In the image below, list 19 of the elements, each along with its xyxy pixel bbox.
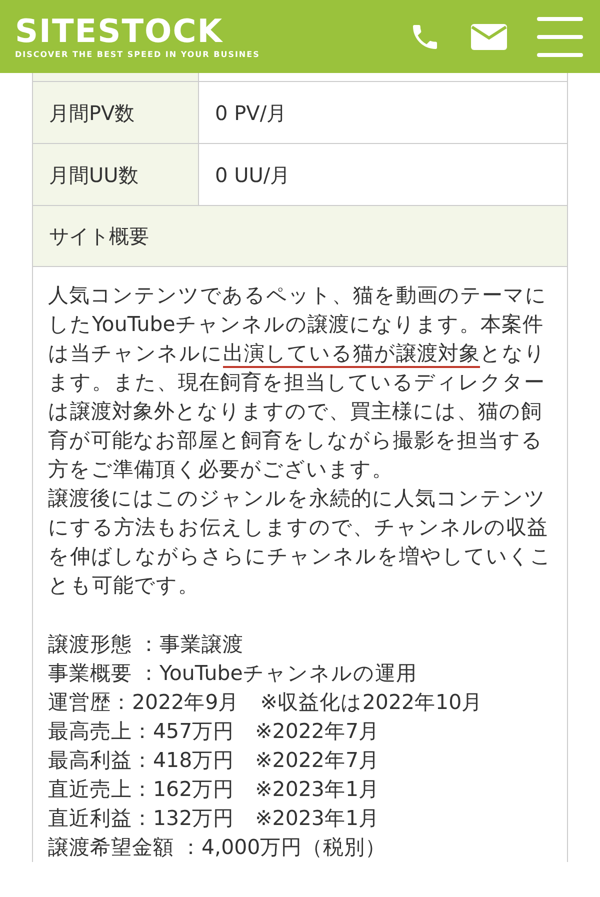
- detail-line: 直近利益：132万円 ※2023年1月: [48, 805, 381, 832]
- detail-line: 譲渡形態 ：事業譲渡: [48, 631, 245, 658]
- row-label: 月間PV数: [33, 82, 199, 143]
- row-value: 0 PV/月: [214, 100, 288, 126]
- detail-line: 最高売上：457万円 ※2022年7月: [48, 718, 381, 745]
- description-paragraph: 人気コンテンツであるペット、猫を動画のテーマにしたYouTubeチャンネルの譲渡になります。本案件は当チャンネルに 出演している猫が譲渡対象 となります。また、現在飼育を担当しているディレクターは譲渡対象外となりますので、買主様には、猫の飼育が可能なお部屋と飼育をしながら撮影を担当する方をご準備頂く必要がございます。: [48, 282, 548, 483]
- mail-icon[interactable]: [471, 24, 507, 50]
- section-header: サイト概要: [33, 206, 567, 267]
- menu-icon[interactable]: [537, 16, 583, 56]
- detail-line: 最高利益：418万円 ※2022年7月: [48, 747, 381, 774]
- detail-line: 事業概要 ：YouTubeチャンネルの運用: [48, 660, 418, 687]
- detail-line: 譲渡希望金額 ：4,000万円（税別）: [48, 834, 388, 861]
- description-paragraph: 譲渡後にはこのジャンルを永続的に人気コンテンツにする方法もお伝えしますので、チャンネルの収益を伸ばしながらさらにチャンネルを増やしていくことも可能です。: [48, 485, 552, 599]
- row-label: 月間UU数: [33, 144, 199, 205]
- detail-line: 直近売上：162万円 ※2023年1月: [48, 776, 381, 803]
- row-value: 0 UU/月: [214, 162, 292, 188]
- logo-tagline: DISCOVER THE BEST SPEED IN YOUR BUSINES: [15, 48, 260, 60]
- detail-line: 運営歴：2022年9月 ※収益化は2022年10月: [48, 689, 484, 716]
- site-logo[interactable]: SITESTOCK: [15, 12, 260, 48]
